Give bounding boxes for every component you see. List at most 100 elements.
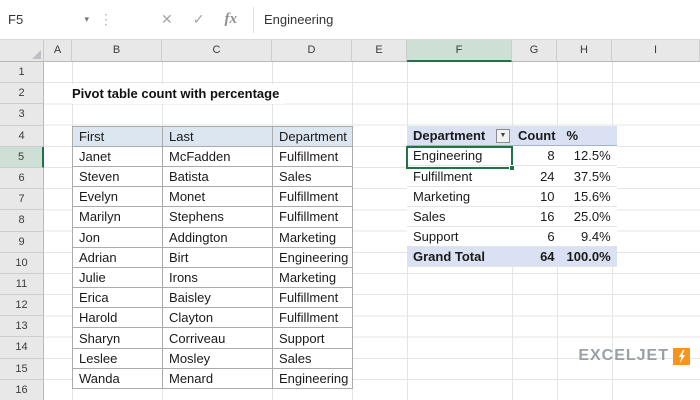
cell[interactable]: Marketing — [271, 266, 354, 289]
cell[interactable]: Julie — [72, 266, 163, 289]
cell[interactable]: 25.0% — [560, 206, 617, 228]
grand-total-label[interactable]: Grand Total — [407, 246, 512, 268]
cell[interactable]: Clayton — [162, 307, 273, 329]
table-row: Erica Baisley Fulfillment — [72, 287, 354, 309]
column-header-H[interactable]: H — [557, 40, 612, 62]
cell[interactable]: Stephens — [162, 206, 273, 228]
column-header-I[interactable]: I — [612, 40, 700, 62]
cell[interactable]: Sales — [271, 165, 354, 188]
row-header-12[interactable]: 12 — [0, 295, 44, 317]
row-header-4[interactable]: 4 — [0, 125, 44, 147]
column-header-D[interactable]: D — [272, 40, 352, 62]
cancel-icon[interactable]: ✕ — [161, 11, 173, 28]
row-header-9[interactable]: 9 — [0, 231, 44, 253]
cell[interactable]: Irons — [162, 266, 273, 289]
cell[interactable]: 8 — [512, 145, 561, 167]
cell[interactable]: Janet — [72, 145, 163, 167]
name-box-dropdown-icon[interactable]: ▾ — [84, 14, 89, 25]
column-header-A[interactable]: A — [44, 40, 72, 62]
cell[interactable]: Leslee — [72, 347, 163, 369]
column-header-F[interactable]: F — [407, 40, 512, 62]
cell[interactable]: Engineering — [271, 246, 354, 268]
header-cell-last[interactable]: Last — [162, 125, 273, 147]
cell[interactable]: Fulfillment — [271, 206, 354, 228]
cell[interactable]: Monet — [162, 186, 273, 208]
cell[interactable]: Support — [271, 327, 354, 349]
cell[interactable]: Adrian — [72, 246, 163, 268]
cell[interactable]: Fulfillment — [407, 165, 512, 187]
table-row: Marilyn Stephens Fulfillment — [72, 206, 354, 228]
pivot-header-count[interactable]: Count — [512, 125, 561, 147]
excel-app: F5 ▾ ⋮ ✕ ✓ fx Engineering A B C D E F G … — [0, 0, 700, 400]
pivot-row: Marketing 10 15.6% — [407, 186, 617, 207]
cell[interactable]: Steven — [72, 165, 163, 188]
row-header-8[interactable]: 8 — [0, 210, 44, 232]
grand-total-percent[interactable]: 100.0% — [560, 246, 617, 268]
row-header-11[interactable]: 11 — [0, 273, 44, 296]
cell[interactable]: 10 — [512, 186, 561, 207]
fill-handle[interactable] — [509, 164, 515, 171]
row-header-10[interactable]: 10 — [0, 252, 44, 274]
cell[interactable]: 12.5% — [560, 145, 617, 167]
insert-function-icon[interactable]: fx — [224, 11, 237, 28]
filter-dropdown-icon[interactable]: ▼ — [496, 128, 510, 143]
row-header-1[interactable]: 1 — [0, 62, 44, 84]
column-header-B[interactable]: B — [72, 40, 162, 62]
row-header-7[interactable]: 7 — [0, 189, 44, 211]
pivot-header-department[interactable]: Department ▼ — [407, 125, 512, 147]
name-box[interactable]: F5 ▾ — [0, 7, 97, 33]
cell[interactable]: 6 — [512, 226, 561, 248]
cell[interactable]: Engineering — [271, 367, 354, 390]
cell[interactable]: Fulfillment — [271, 186, 354, 208]
pivot-header-percent[interactable]: % — [560, 125, 617, 147]
row-header-14[interactable]: 14 — [0, 337, 44, 359]
row-header-13[interactable]: 13 — [0, 316, 44, 338]
cell[interactable]: McFadden — [162, 145, 273, 167]
cell[interactable]: Sales — [407, 206, 512, 228]
cell[interactable]: Support — [407, 226, 512, 248]
cell[interactable]: Marketing — [271, 226, 354, 248]
cell[interactable]: Fulfillment — [271, 307, 354, 329]
cell[interactable]: Corriveau — [162, 327, 273, 349]
cell[interactable]: Fulfillment — [271, 145, 354, 167]
row-header-2[interactable]: 2 — [0, 83, 44, 105]
cell[interactable]: Marilyn — [72, 206, 163, 228]
enter-icon[interactable]: ✓ — [193, 11, 205, 28]
row-header-6[interactable]: 6 — [0, 167, 44, 190]
row-header-15[interactable]: 15 — [0, 358, 44, 380]
cell[interactable]: Erica — [72, 287, 163, 309]
row-header-3[interactable]: 3 — [0, 104, 44, 126]
cell[interactable]: Addington — [162, 226, 273, 248]
cell[interactable]: Birt — [162, 246, 273, 268]
cell[interactable]: Menard — [162, 367, 273, 390]
grand-total-count[interactable]: 64 — [512, 246, 561, 268]
row-header-5[interactable]: 5 — [0, 146, 44, 168]
select-all-corner[interactable] — [0, 40, 44, 62]
cell[interactable]: 16 — [512, 206, 561, 228]
cell[interactable]: Sharyn — [72, 327, 163, 349]
column-header-C[interactable]: C — [162, 40, 272, 62]
cell[interactable]: Sales — [271, 347, 354, 369]
row-header-16[interactable]: 16 — [0, 379, 44, 400]
header-cell-department[interactable]: Department — [271, 125, 354, 147]
cell[interactable]: 15.6% — [560, 186, 617, 207]
cell[interactable]: Mosley — [162, 347, 273, 369]
pivot-header-department-label: Department — [413, 127, 486, 143]
cell[interactable]: Jon — [72, 226, 163, 248]
formula-input[interactable]: Engineering — [264, 12, 700, 27]
cell[interactable]: Baisley — [162, 287, 273, 309]
cell[interactable]: 37.5% — [560, 165, 617, 187]
pivot-row: Support 6 9.4% — [407, 226, 617, 248]
cell[interactable]: Wanda — [72, 367, 163, 390]
column-header-G[interactable]: G — [512, 40, 557, 62]
column-header-E[interactable]: E — [352, 40, 407, 62]
page-title[interactable]: Pivot table count with percentage — [72, 83, 286, 104]
cell[interactable]: Batista — [162, 165, 273, 188]
cell[interactable]: Evelyn — [72, 186, 163, 208]
header-cell-first[interactable]: First — [72, 125, 163, 147]
cell[interactable]: Marketing — [407, 186, 512, 207]
cell[interactable]: Fulfillment — [271, 287, 354, 309]
cell[interactable]: 24 — [512, 165, 561, 187]
cell[interactable]: Harold — [72, 307, 163, 329]
cell[interactable]: 9.4% — [560, 226, 617, 248]
